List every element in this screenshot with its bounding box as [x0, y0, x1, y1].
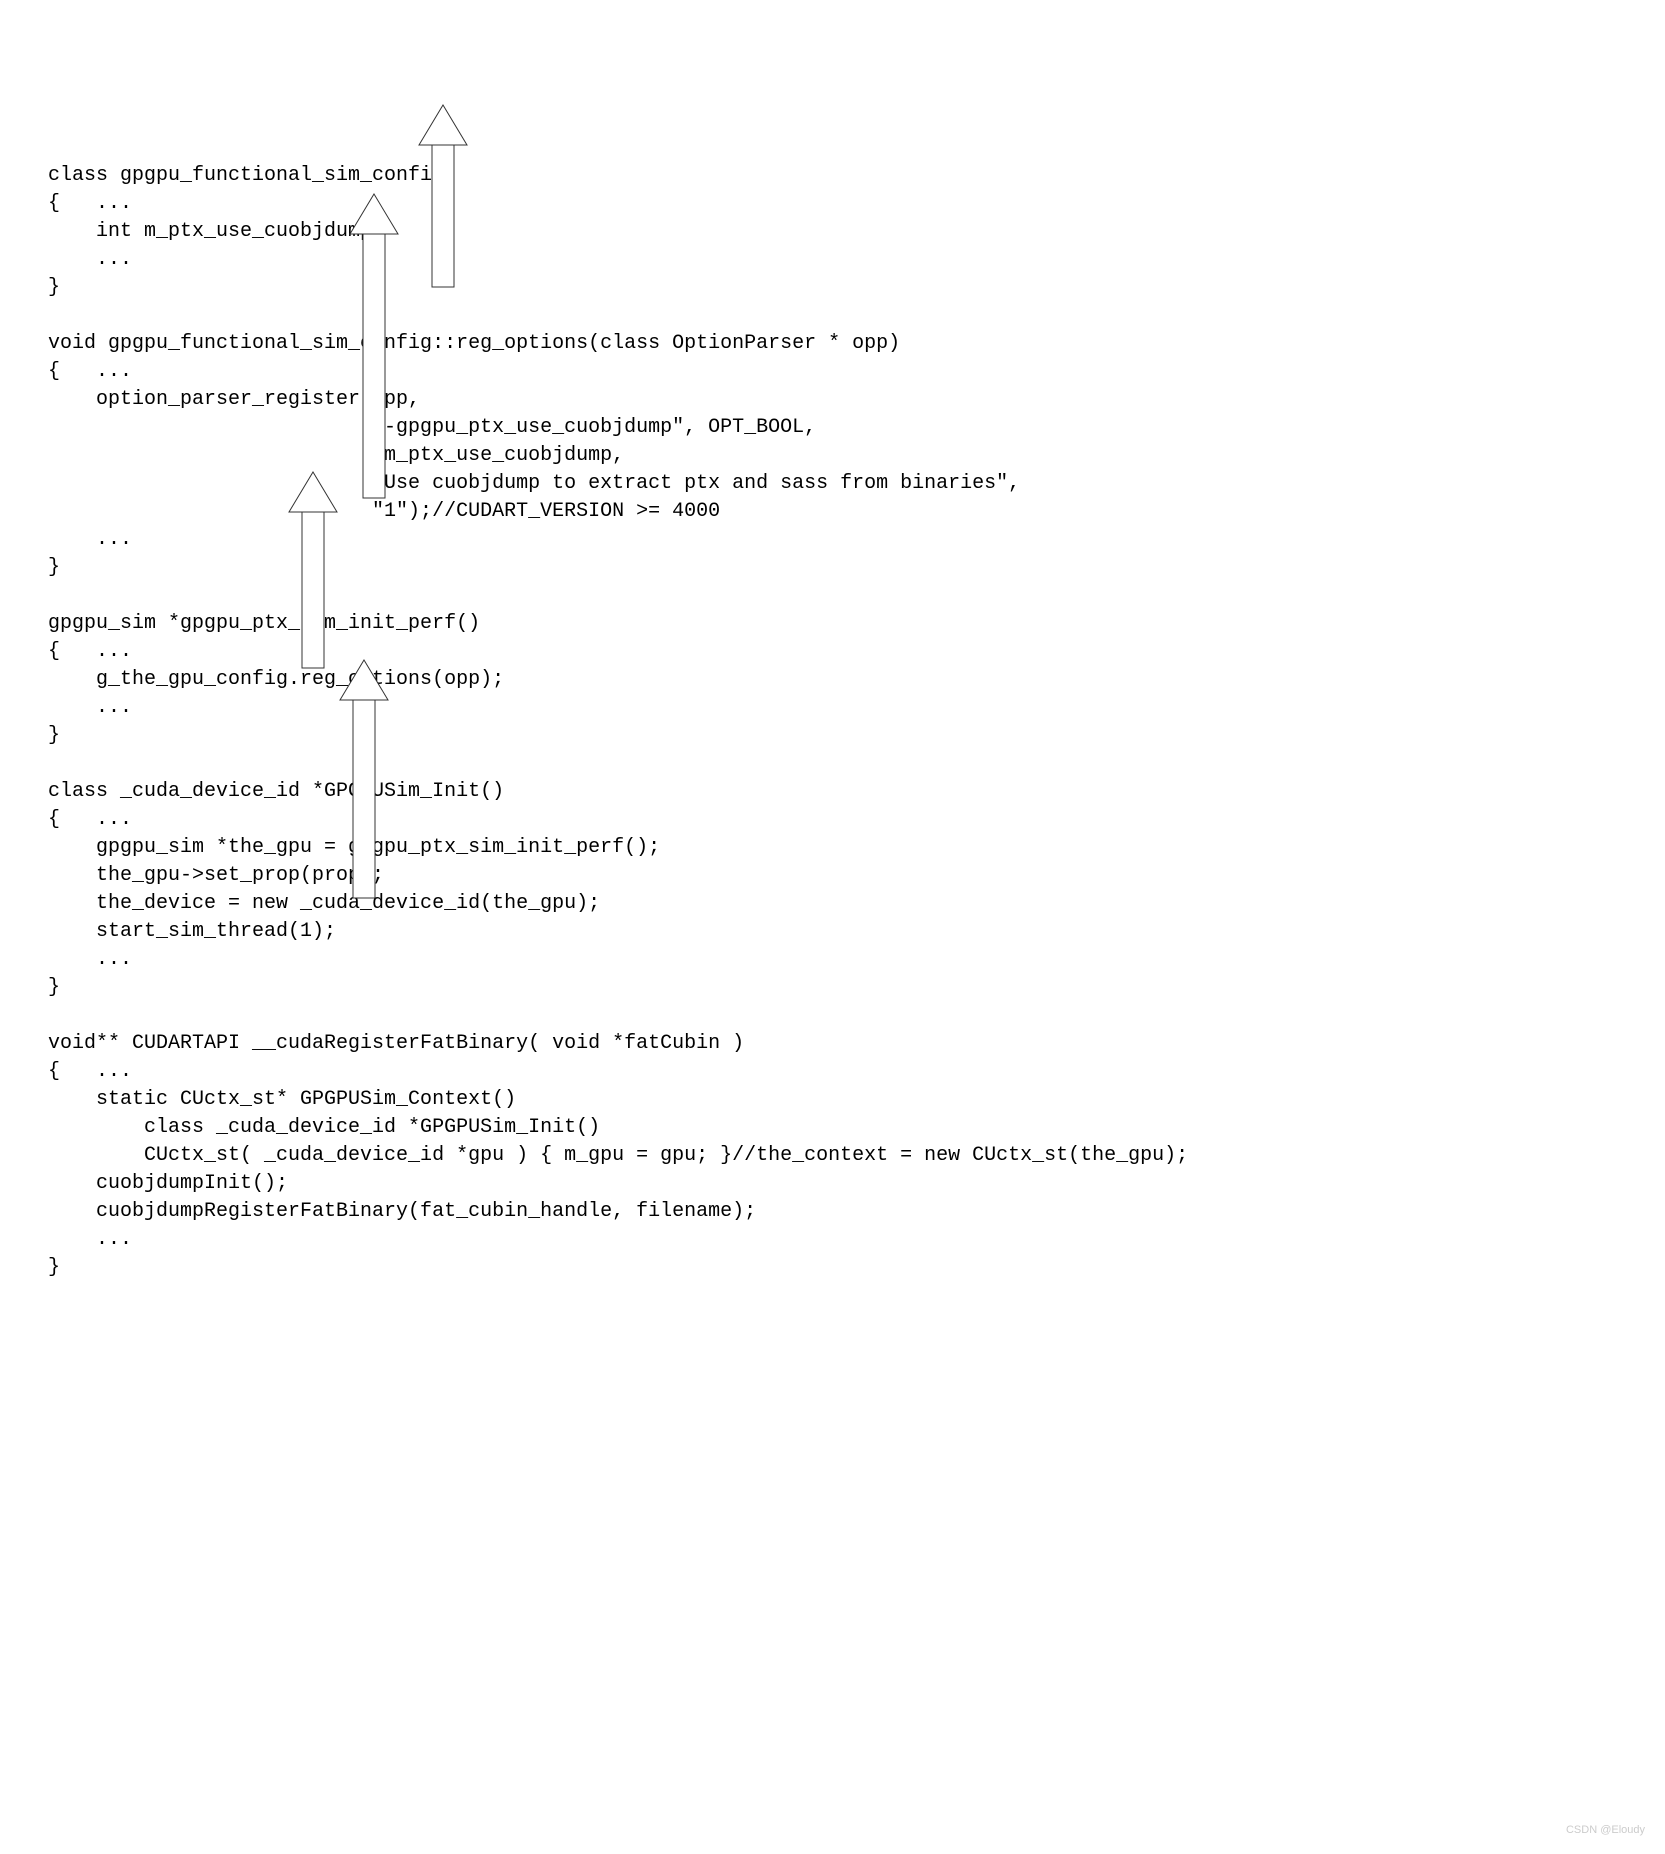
code-line: { ... [48, 192, 132, 215]
code-line: ... [48, 528, 132, 551]
code-line: { ... [48, 1060, 132, 1083]
code-line: gpgpu_sim *gpgpu_ptx_sim_init_perf() [48, 612, 480, 635]
code-line: ... [48, 948, 132, 971]
code-line: ... [48, 248, 132, 271]
code-line: ... [48, 696, 132, 719]
code-line: ... [48, 1228, 132, 1251]
code-line: class gpgpu_functional_sim_config [48, 164, 444, 187]
code-line: } [48, 724, 60, 747]
code-line: } [48, 976, 60, 999]
code-line: "-gpgpu_ptx_use_cuobjdump", OPT_BOOL, [48, 416, 816, 439]
code-line: cuobjdumpInit(); [48, 1172, 288, 1195]
code-line: start_sim_thread(1); [48, 920, 336, 943]
code-line: cuobjdumpRegisterFatBinary(fat_cubin_han… [48, 1200, 756, 1223]
code-line: void** CUDARTAPI __cudaRegisterFatBinary… [48, 1032, 744, 1055]
code-line: } [48, 1256, 60, 1279]
code-block: class gpgpu_functional_sim_config { ... … [48, 134, 1617, 1282]
code-line: "1");//CUDART_VERSION >= 4000 [48, 500, 720, 523]
code-line: } [48, 276, 60, 299]
code-line: } [48, 556, 60, 579]
code-line: the_gpu->set_prop(prop); [48, 864, 384, 887]
code-line: static CUctx_st* GPGPUSim_Context() [48, 1088, 516, 1111]
code-line: g_the_gpu_config.reg_options(opp); [48, 668, 504, 691]
code-line: int m_ptx_use_cuobjdump; [48, 220, 384, 243]
code-line: { ... [48, 360, 132, 383]
code-line: the_device = new _cuda_device_id(the_gpu… [48, 892, 600, 915]
code-line: class _cuda_device_id *GPGPUSim_Init() [48, 780, 504, 803]
code-line: class _cuda_device_id *GPGPUSim_Init() [48, 1116, 600, 1139]
code-line: &m_ptx_use_cuobjdump, [48, 444, 624, 467]
code-line: void gpgpu_functional_sim_config::reg_op… [48, 332, 900, 355]
code-line: { ... [48, 640, 132, 663]
code-line: gpgpu_sim *the_gpu = gpgpu_ptx_sim_init_… [48, 836, 660, 859]
code-line: "Use cuobjdump to extract ptx and sass f… [48, 472, 1020, 495]
code-line: option_parser_register(opp, [48, 388, 420, 411]
code-line: CUctx_st( _cuda_device_id *gpu ) { m_gpu… [48, 1144, 1188, 1167]
watermark: CSDN @Eloudy [1566, 1816, 1645, 1844]
code-line: { ... [48, 808, 132, 831]
